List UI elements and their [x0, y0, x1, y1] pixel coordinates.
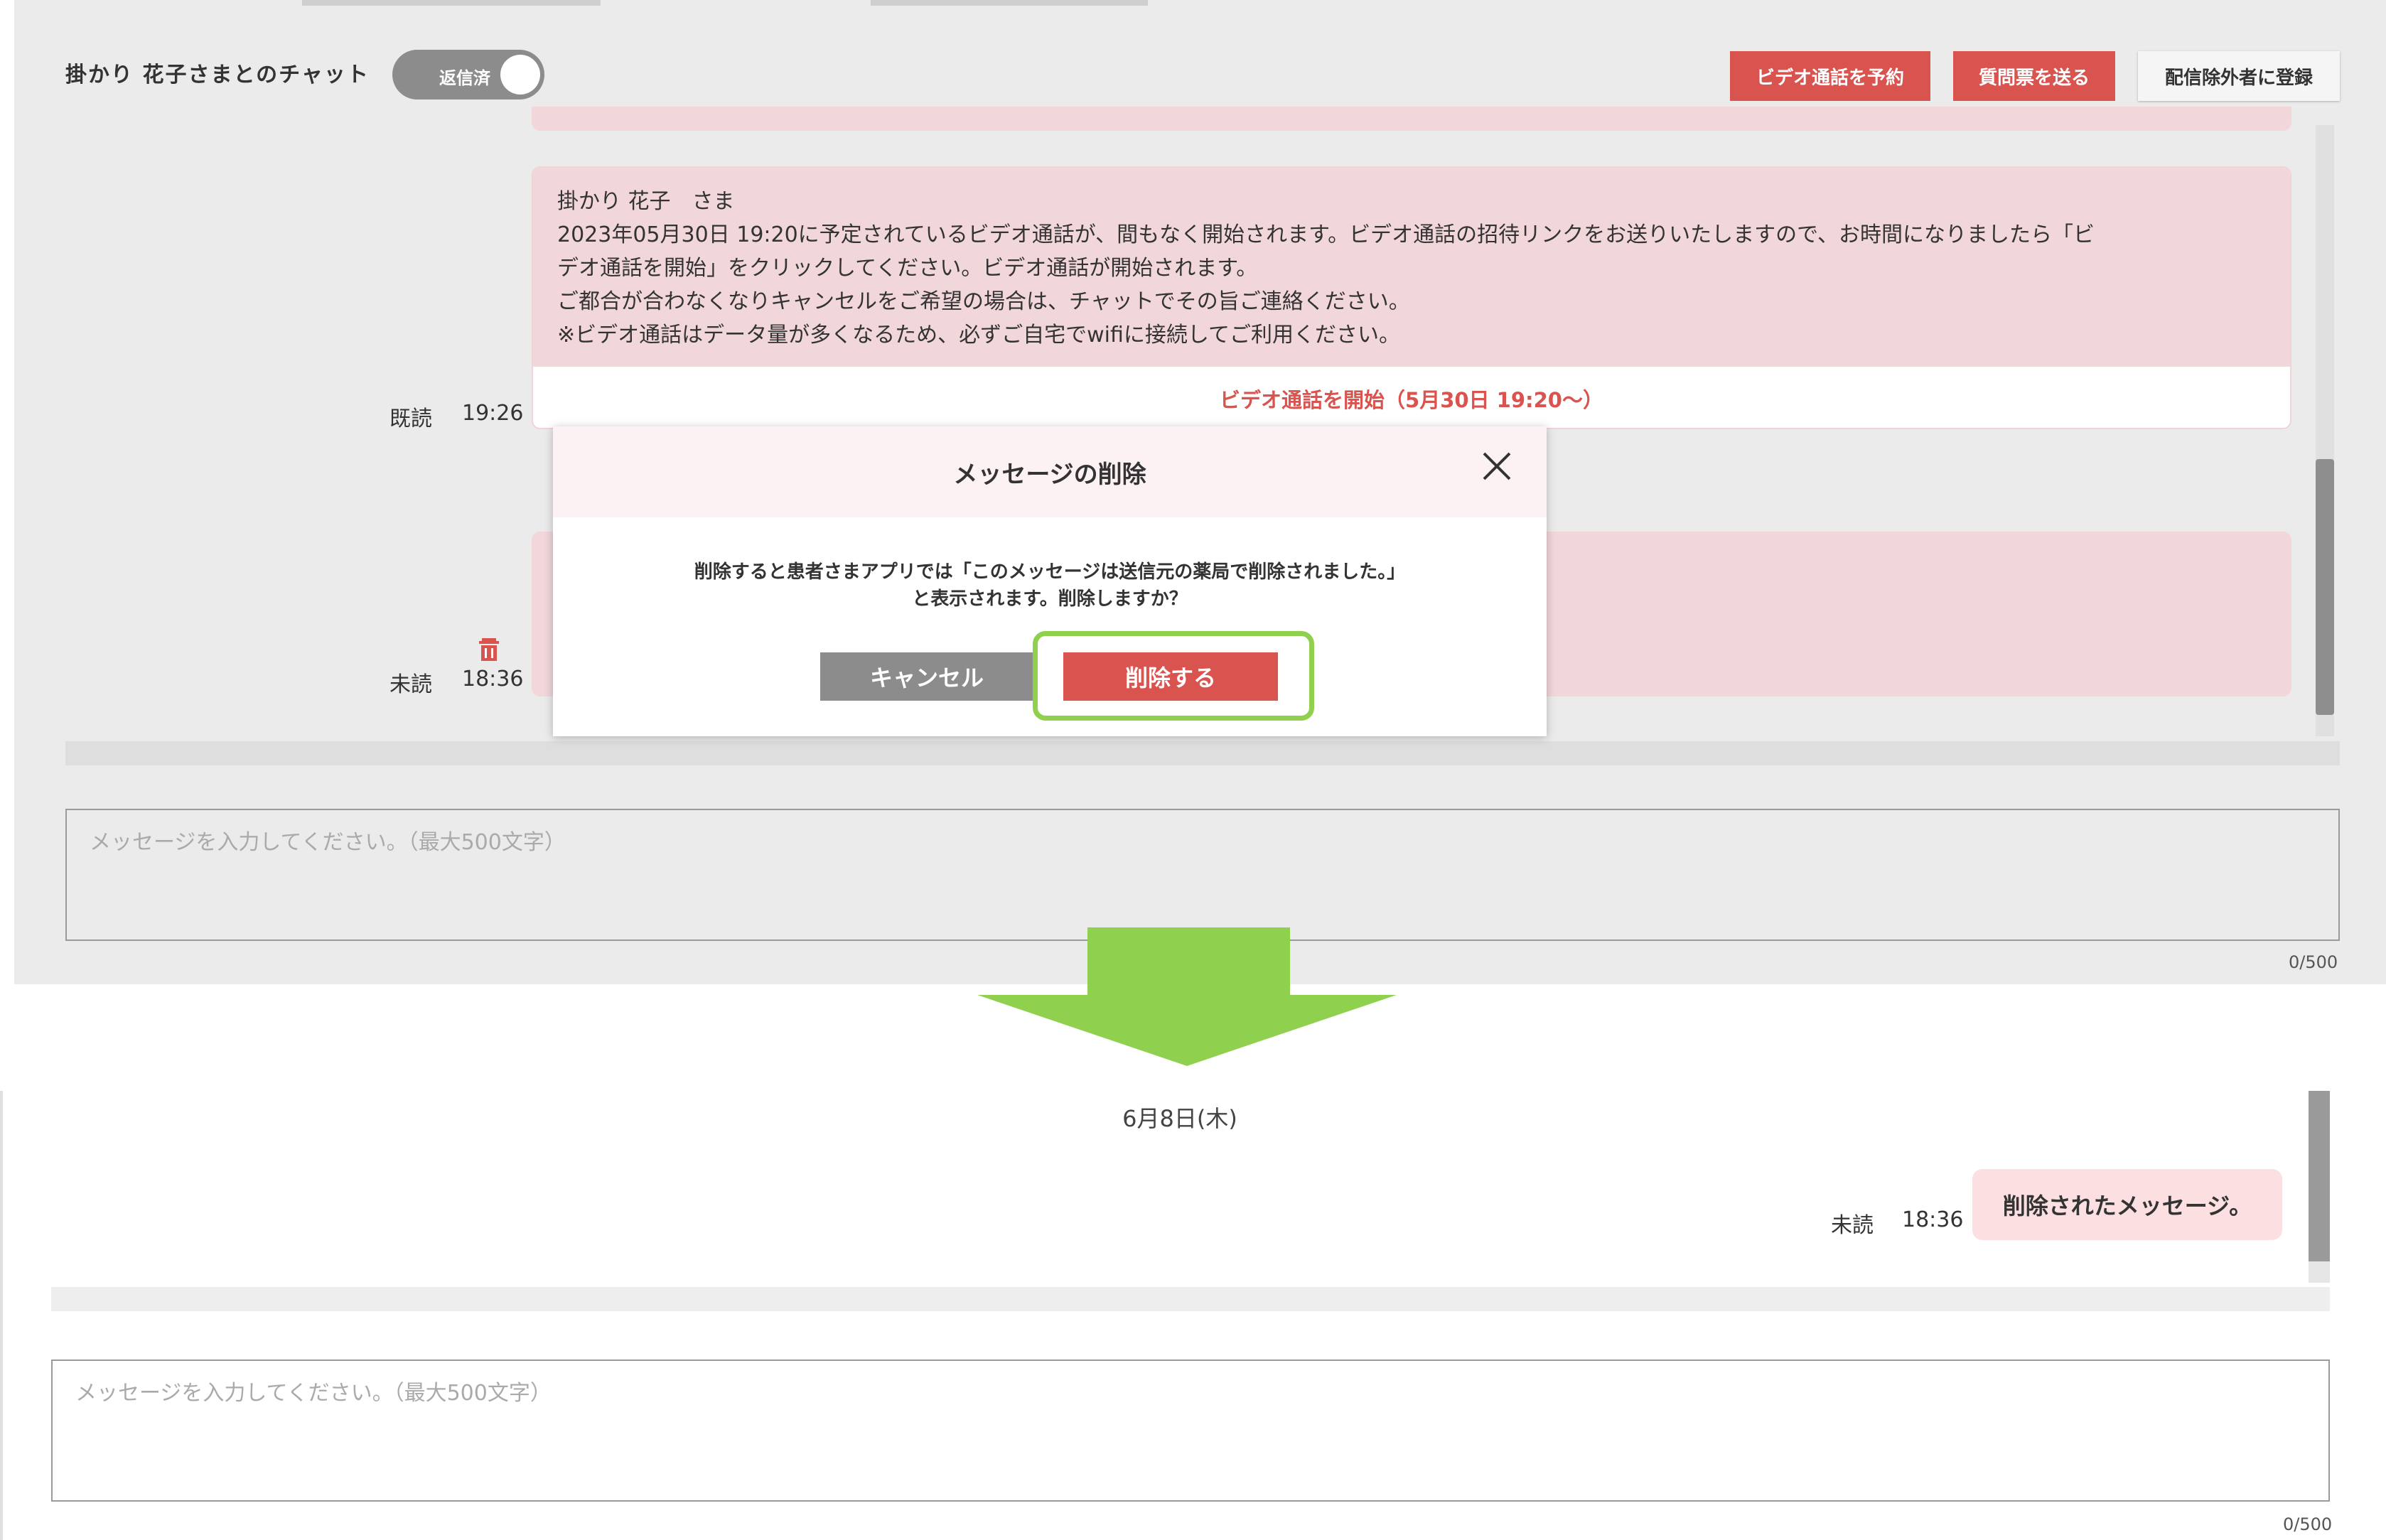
- message-line: 掛かり 花子 さま: [557, 189, 735, 214]
- delete-button-highlight: [1033, 631, 1314, 721]
- video-call-message: 掛かり 花子 さま 2023年05月30日 19:20に予定されているビデオ通話…: [532, 166, 2291, 429]
- replied-toggle[interactable]: 返信済: [392, 50, 544, 99]
- modal-title: メッセージの削除: [553, 426, 1547, 517]
- message-body: 掛かり 花子 さま 2023年05月30日 19:20に予定されているビデオ通話…: [533, 168, 2290, 367]
- down-arrow-icon: [977, 927, 1397, 1066]
- char-counter: 0/500: [2289, 952, 2338, 972]
- tab-underline-1: [302, 0, 601, 6]
- message-time: 18:36: [1902, 1207, 1964, 1232]
- chat-title: 掛かり 花子さまとのチャット: [65, 63, 370, 87]
- message-time: 19:26: [462, 401, 524, 426]
- char-counter: 0/500: [2283, 1514, 2333, 1534]
- read-status: 既読: [389, 406, 432, 431]
- message-time: 18:36: [462, 667, 524, 691]
- tab-underline-2: [871, 0, 1148, 6]
- panel-border: [0, 1091, 3, 1540]
- previous-message-bubble: [532, 107, 2291, 131]
- send-questionnaire-button[interactable]: 質問票を送る: [1953, 51, 2115, 101]
- message-line: ※ビデオ通話はデータ量が多くなるため、必ずご自宅でwifiに接続してご利用くださ…: [557, 323, 1401, 348]
- close-icon[interactable]: [1478, 448, 1515, 485]
- deleted-message-bubble: 削除されたメッセージ。: [1972, 1169, 2282, 1240]
- message-line: デオ通話を開始」をクリックしてください。ビデオ通話が開始されます。: [557, 256, 1258, 281]
- horizontal-scrollbar[interactable]: [51, 1287, 2330, 1311]
- modal-message: 削除すると患者さまアプリでは「このメッセージは送信元の薬局で削除されました。」 …: [553, 559, 1547, 613]
- unread-status: 未読: [1831, 1213, 1874, 1238]
- bottom-screenshot: 6月8日(木) 未読 18:36 削除されたメッセージ。 メッセージを入力してく…: [0, 1091, 2386, 1540]
- vertical-scrollbar[interactable]: [2309, 1091, 2330, 1283]
- date-separator: 6月8日(木): [1122, 1105, 1237, 1132]
- modal-message-line: と表示されます。削除しますか？: [912, 588, 1188, 610]
- message-input[interactable]: メッセージを入力してください。（最大500文字）: [65, 809, 2340, 941]
- modal-message-line: 削除すると患者さまアプリでは「このメッセージは送信元の薬局で削除されました。」: [694, 561, 1406, 583]
- toggle-knob: [500, 55, 540, 95]
- scrollbar-thumb[interactable]: [2316, 459, 2334, 715]
- horizontal-scrollbar[interactable]: [65, 741, 2340, 765]
- message-input[interactable]: メッセージを入力してください。（最大500文字）: [51, 1359, 2330, 1502]
- schedule-video-button[interactable]: ビデオ通話を予約: [1730, 51, 1930, 101]
- vertical-scrollbar[interactable]: [2316, 125, 2334, 736]
- trash-icon[interactable]: [475, 634, 503, 662]
- message-line: ご都合が合わなくなりキャンセルをご希望の場合は、チャットでその旨ご連絡ください。: [557, 289, 1410, 314]
- toggle-label: 返信済: [439, 68, 490, 88]
- scrollbar-thumb[interactable]: [2309, 1091, 2330, 1261]
- cancel-button[interactable]: キャンセル: [820, 652, 1033, 701]
- register-exclusion-button[interactable]: 配信除外者に登録: [2138, 51, 2340, 101]
- message-line: 2023年05月30日 19:20に予定されているビデオ通話が、間もなく開始され…: [557, 222, 2095, 247]
- top-screenshot: 掛かり 花子さまとのチャット 返信済 ビデオ通話を予約 質問票を送る 配信除外者…: [0, 0, 2386, 984]
- unread-status: 未読: [389, 672, 432, 697]
- start-video-call-link[interactable]: ビデオ通話を開始（5月30日 19:20～）: [533, 367, 2290, 428]
